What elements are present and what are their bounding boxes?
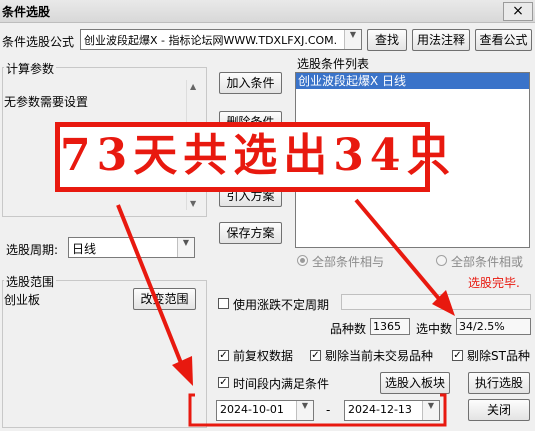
annotation-bracket — [188, 393, 447, 427]
arrow-to-selected-line — [354, 198, 442, 302]
annotation-arrows — [116, 198, 455, 427]
arrow-to-dates-line — [116, 204, 185, 369]
arrow-to-dates-head — [172, 356, 193, 386]
